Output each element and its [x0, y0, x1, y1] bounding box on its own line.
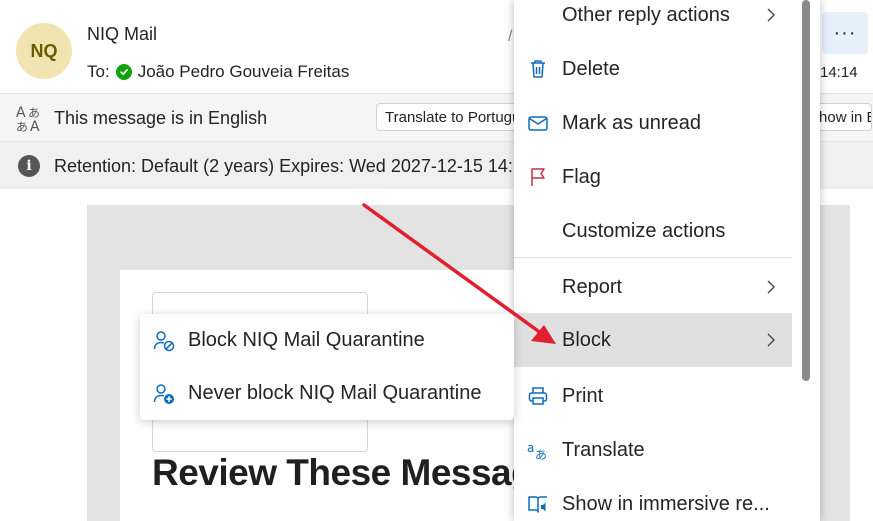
- menu-item-customize-actions[interactable]: Customize actions: [514, 204, 804, 258]
- svg-text:A: A: [30, 119, 40, 134]
- menu-item-label: Flag: [562, 165, 601, 188]
- svg-text:あ: あ: [535, 448, 547, 462]
- recipient-name[interactable]: João Pedro Gouveia Freitas: [138, 62, 350, 82]
- to-label: To:: [87, 62, 110, 81]
- info-icon: i: [18, 155, 40, 177]
- menu-scrollbar[interactable]: [802, 0, 810, 381]
- menu-item-flag[interactable]: Flag: [514, 150, 804, 204]
- divider-mark: /: [508, 28, 513, 45]
- translate-icon: aあ: [527, 441, 547, 462]
- menu-item-report[interactable]: Report: [514, 260, 804, 314]
- message-time: 14:14: [820, 64, 858, 81]
- allow-person-icon: [153, 383, 174, 404]
- svg-text:あ: あ: [28, 106, 40, 120]
- svg-text:あ: あ: [16, 120, 28, 134]
- submenu-item-block-sender[interactable]: Block NIQ Mail Quarantine: [140, 314, 514, 367]
- context-menu: Other reply actions Delete Mark as unrea…: [514, 0, 820, 521]
- envelope-icon: [528, 116, 548, 131]
- menu-item-label: Show in immersive re...: [562, 492, 770, 515]
- menu-item-label: Translate: [562, 438, 645, 461]
- menu-item-immersive-reader[interactable]: Show in immersive re...: [514, 477, 804, 521]
- menu-item-label: Delete: [562, 57, 620, 80]
- chevron-right-icon: [767, 333, 775, 347]
- recipient-row: To: João Pedro Gouveia Freitas: [87, 62, 349, 82]
- translate-message: This message is in English: [54, 108, 268, 128]
- menu-item-label: Block: [562, 328, 611, 351]
- menu-item-translate[interactable]: aあ Translate: [514, 423, 804, 477]
- more-actions-button[interactable]: ···: [822, 12, 868, 54]
- sender-fade: [157, 18, 237, 48]
- retention-text: Retention: Default (2 years) Expires: We…: [54, 156, 533, 176]
- page: NQ NIQ Mail / To: João Pedro Gouveia Fre…: [0, 0, 873, 521]
- menu-item-label: Report: [562, 275, 623, 298]
- message-heading: Review These Messages: [152, 452, 574, 493]
- submenu-item-never-block-sender[interactable]: Never block NIQ Mail Quarantine: [140, 367, 514, 420]
- menu-item-print[interactable]: Print: [514, 369, 804, 423]
- block-submenu: Block NIQ Mail Quarantine Never block NI…: [140, 314, 514, 420]
- menu-item-delete[interactable]: Delete: [514, 42, 804, 96]
- menu-item-label: Mark as unread: [562, 111, 701, 134]
- svg-text:a: a: [527, 441, 534, 455]
- submenu-item-label: Block NIQ Mail Quarantine: [188, 329, 425, 351]
- block-person-icon: [153, 330, 175, 351]
- presence-available-icon: [115, 64, 132, 80]
- menu-item-label: Print: [562, 384, 604, 407]
- submenu-item-label: Never block NIQ Mail Quarantine: [188, 382, 482, 404]
- avatar[interactable]: NQ: [16, 23, 72, 79]
- trash-icon: [531, 60, 545, 78]
- flag-icon: [531, 168, 545, 186]
- menu-item-mark-unread[interactable]: Mark as unread: [514, 96, 804, 150]
- translate-button[interactable]: Translate to Portuguese: [376, 103, 526, 131]
- menu-divider: [514, 257, 792, 258]
- menu-item-block[interactable]: Block: [514, 313, 792, 367]
- menu-item-other-reply-actions[interactable]: Other reply actions: [514, 0, 804, 42]
- menu-item-label: Other reply actions: [562, 3, 730, 26]
- translate-icon: A あ あ A: [16, 105, 40, 134]
- svg-text:A: A: [16, 105, 26, 121]
- chevron-right-icon: [767, 8, 775, 22]
- printer-icon: [528, 387, 548, 405]
- sender-name[interactable]: NIQ Mail: [87, 24, 157, 45]
- immersive-reader-icon: [528, 496, 547, 513]
- menu-item-label: Customize actions: [562, 219, 726, 242]
- chevron-right-icon: [767, 280, 775, 294]
